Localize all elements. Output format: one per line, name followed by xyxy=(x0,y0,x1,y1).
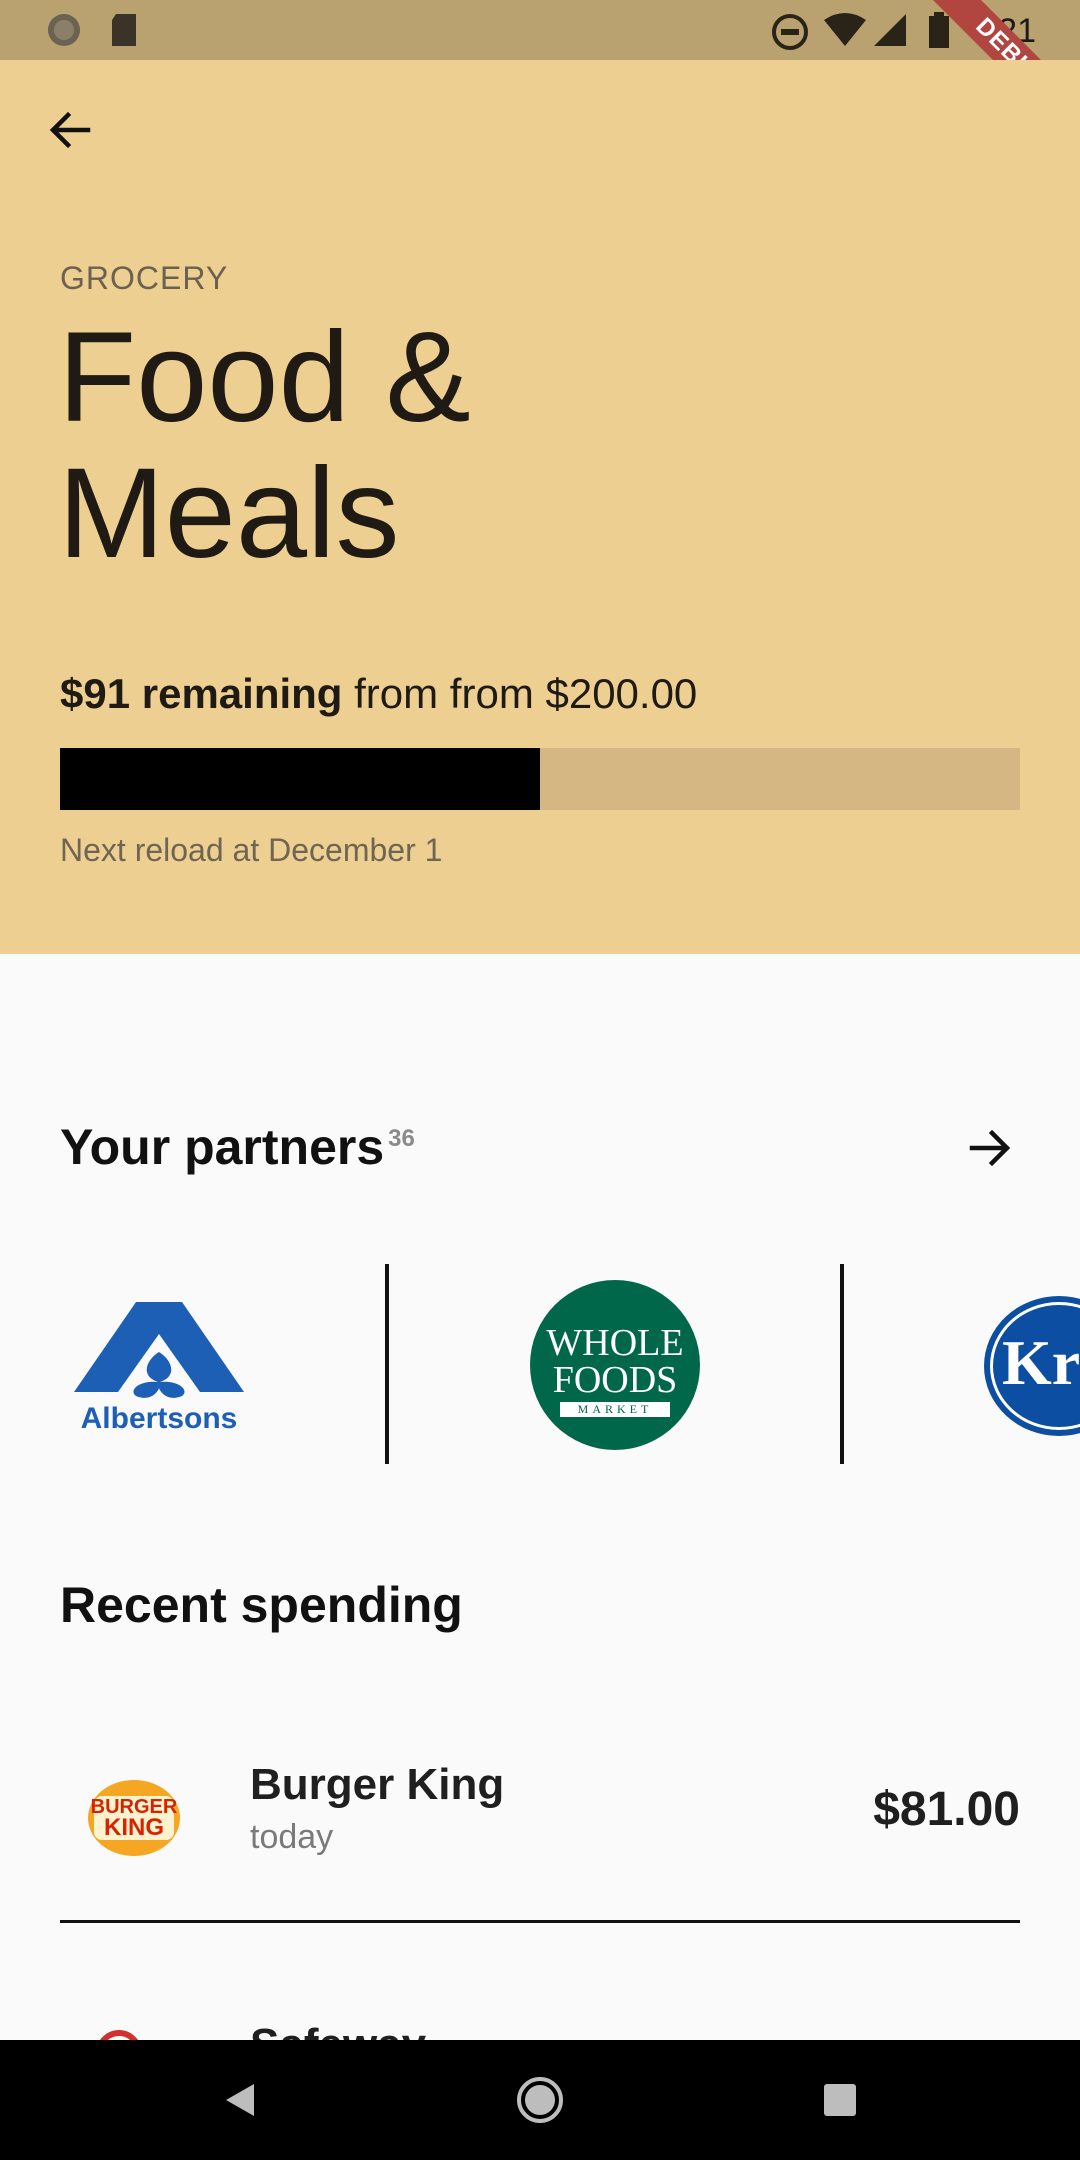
merchant-name: Safeway xyxy=(250,2020,426,2040)
page-title: Food & Meals xyxy=(58,310,471,582)
system-navigation-bar xyxy=(0,2040,1080,2160)
burger-king-logo: BURGER KING xyxy=(88,1772,180,1864)
partners-count: 36 xyxy=(388,1125,415,1152)
transaction-row[interactable]: Safeway xyxy=(60,2020,1020,2040)
category-label: GROCERY xyxy=(60,260,229,296)
budget-header: GROCERY Food & Meals $91 remaining from … xyxy=(0,60,1080,954)
budget-total: from from $200.00 xyxy=(342,670,698,717)
title-line-1: Food & xyxy=(58,306,471,449)
albertsons-logo[interactable]: Albertsons xyxy=(66,1296,252,1436)
remaining-summary: $91 remaining from from $200.00 xyxy=(60,670,697,718)
nav-home-icon[interactable] xyxy=(510,2070,570,2130)
nav-recents-icon[interactable] xyxy=(810,2070,870,2130)
whole-foods-logo-text-3: MARKET xyxy=(560,1402,670,1417)
budget-progress-bar xyxy=(60,748,1020,810)
partners-section-title: Your partners 36 xyxy=(60,1118,415,1176)
merchant-name: Burger King xyxy=(250,1760,505,1809)
next-reload-text: Next reload at December 1 xyxy=(60,832,443,868)
transaction-date: today xyxy=(250,1818,334,1856)
remaining-amount: $91 remaining xyxy=(60,670,343,717)
whole-foods-logo[interactable]: WHOLE FOODS MARKET xyxy=(530,1280,700,1450)
battery-icon xyxy=(929,12,949,48)
transaction-row[interactable]: BURGER KING Burger King today $81.00 xyxy=(60,1760,1020,1870)
kroger-logo[interactable]: Krog xyxy=(984,1296,1080,1436)
partners-title: Your partners xyxy=(60,1119,385,1175)
kroger-logo-text: Krog xyxy=(1002,1327,1080,1398)
do-not-disturb-icon xyxy=(772,14,808,50)
whole-foods-logo-text-1: WHOLE xyxy=(546,1322,684,1364)
partner-divider xyxy=(385,1264,389,1464)
app-notification-icon xyxy=(48,14,80,46)
status-bar: 6:21 DEBUG xyxy=(0,0,1080,159)
sd-card-icon xyxy=(112,14,136,46)
nav-back-icon[interactable] xyxy=(210,2070,270,2130)
svg-text:Albertsons: Albertsons xyxy=(81,1402,238,1435)
whole-foods-logo-text-2: FOODS xyxy=(552,1359,678,1401)
budget-progress-fill xyxy=(60,748,540,810)
recent-spending-title: Recent spending xyxy=(60,1577,463,1633)
burger-king-logo-text-2: KING xyxy=(104,1814,164,1841)
title-line-2: Meals xyxy=(58,442,400,585)
safeway-logo xyxy=(96,2030,142,2040)
transaction-amount: $81.00 xyxy=(873,1783,1020,1836)
cell-signal-icon xyxy=(874,14,906,46)
see-all-partners-arrow-icon[interactable] xyxy=(960,1118,1020,1178)
back-arrow-icon[interactable] xyxy=(40,100,100,160)
wifi-icon xyxy=(824,13,866,46)
partner-divider xyxy=(840,1264,844,1464)
row-divider xyxy=(60,1920,1020,1923)
